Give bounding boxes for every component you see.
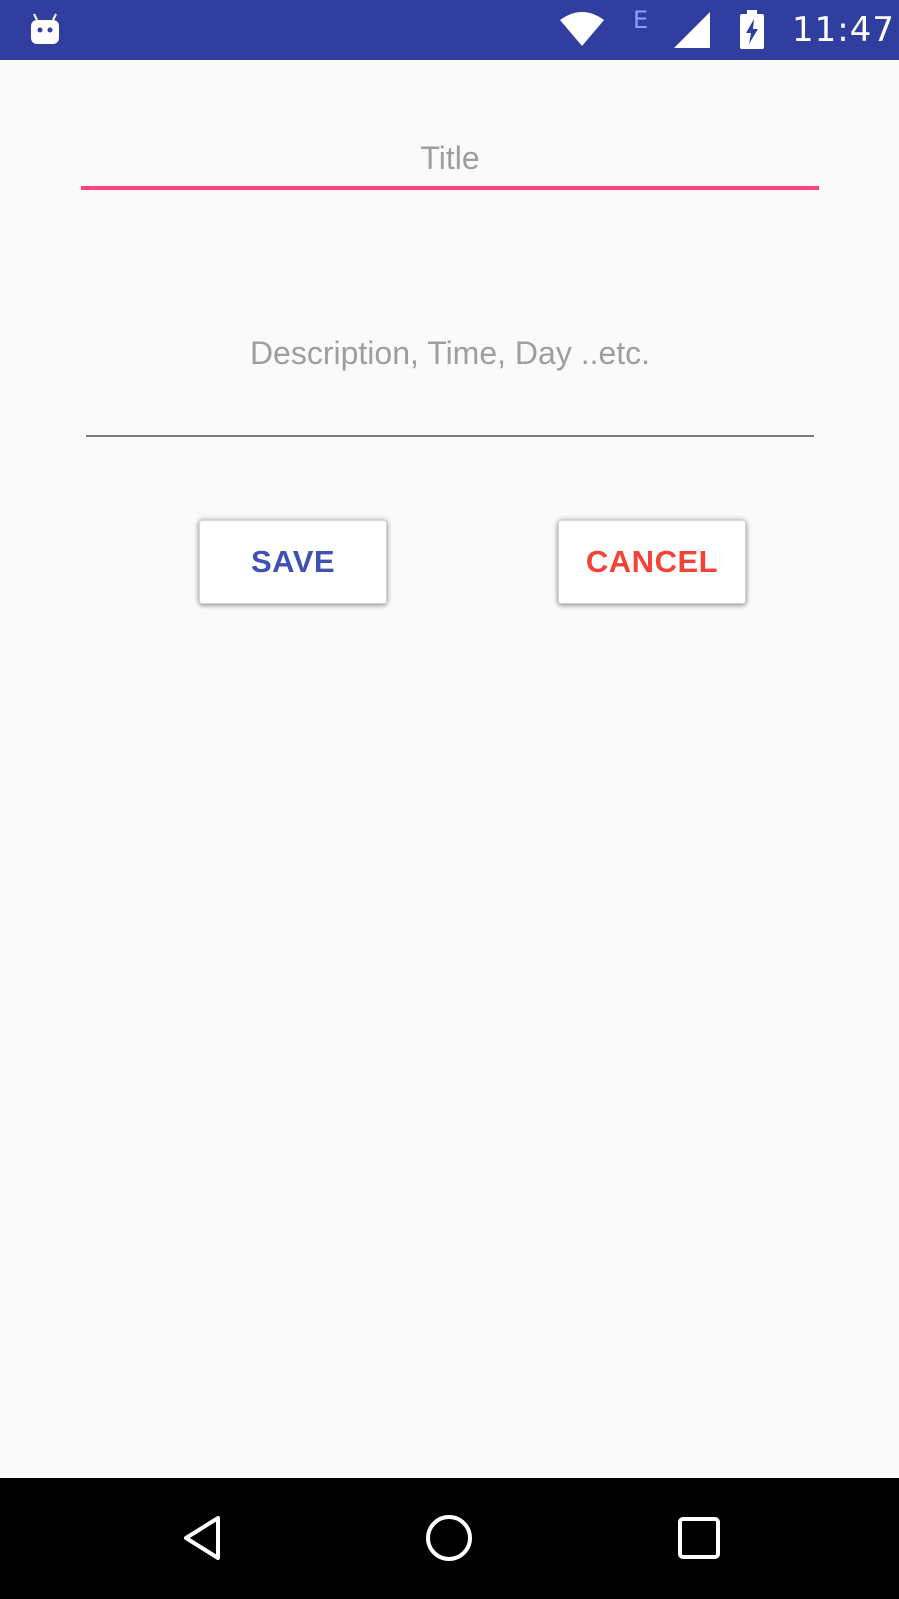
status-bar: E 11:47 xyxy=(0,0,899,60)
back-button[interactable] xyxy=(170,1506,234,1570)
title-input[interactable] xyxy=(81,130,819,190)
title-field xyxy=(81,130,819,190)
wifi-icon xyxy=(560,12,604,46)
home-icon xyxy=(426,1515,472,1561)
save-button-label: SAVE xyxy=(250,544,336,579)
signal-icon xyxy=(674,12,710,48)
recents-icon xyxy=(678,1517,720,1559)
back-icon xyxy=(184,1516,220,1560)
save-button[interactable]: SAVE xyxy=(199,520,387,604)
cancel-button-label: CANCEL xyxy=(585,544,719,579)
cancel-button[interactable]: CANCEL xyxy=(558,520,746,604)
status-clock: 11:47 xyxy=(792,10,895,50)
navigation-bar xyxy=(0,1478,899,1599)
network-type-label: E xyxy=(633,6,649,34)
battery-charging-icon xyxy=(740,10,764,49)
description-field xyxy=(86,325,814,440)
description-input[interactable] xyxy=(86,325,814,437)
recents-button[interactable] xyxy=(667,1506,731,1570)
home-button[interactable] xyxy=(417,1506,481,1570)
android-debug-icon xyxy=(31,13,59,44)
screen: E 11:47 SAVE CANCEL xyxy=(0,0,899,1599)
